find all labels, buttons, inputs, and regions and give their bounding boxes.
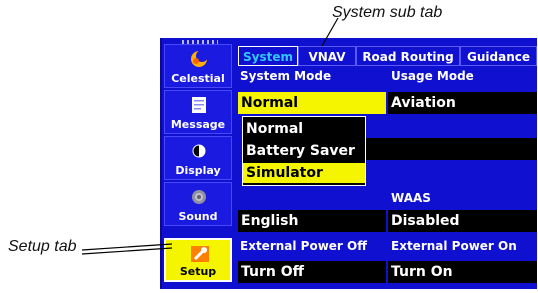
tab-guidance[interactable]: Guidance (460, 46, 537, 66)
sidebar: Celestial Message Display Sound Setup (162, 38, 236, 289)
sidebar-item-sound[interactable]: Sound (164, 182, 232, 226)
usage-mode-label: Usage Mode (391, 69, 474, 83)
system-mode-label: System Mode (240, 69, 332, 83)
sidebar-item-label: Celestial (171, 72, 225, 85)
tab-system[interactable]: System (238, 46, 298, 66)
display-icon (192, 144, 206, 158)
tab-road-routing[interactable]: Road Routing (356, 46, 460, 66)
setup-icon (191, 246, 209, 262)
usage-mode-field[interactable]: Aviation (388, 92, 537, 114)
dropdown-option-normal[interactable]: Normal (243, 119, 365, 139)
system-sub-tab-callout: System sub tab (332, 4, 443, 21)
system-mode-dropdown: Normal Battery Saver Simulator (242, 116, 366, 186)
tab-vnav[interactable]: VNAV (298, 46, 356, 66)
external-power-on-field[interactable]: Turn On (388, 261, 537, 283)
waas-label: WAAS (391, 191, 431, 205)
sidebar-item-display[interactable]: Display (164, 136, 232, 180)
sidebar-item-label: Setup (179, 265, 217, 278)
device-screen: Celestial Message Display Sound Setup Sy… (160, 38, 537, 289)
sidebar-item-setup[interactable]: Setup (164, 238, 232, 282)
setup-tab-leader (81, 243, 173, 255)
system-mode-field[interactable]: Normal (238, 92, 386, 114)
external-power-off-field[interactable]: Turn Off (238, 261, 386, 283)
language-field[interactable]: English (238, 210, 386, 232)
external-power-off-label: External Power Off (240, 239, 367, 253)
tab-bar: System VNAV Road Routing Guidance (236, 46, 537, 66)
message-icon (192, 97, 206, 113)
waas-field[interactable]: Disabled (388, 210, 537, 232)
sidebar-item-label: Display (175, 164, 221, 177)
sound-icon (192, 190, 206, 204)
setup-tab-callout: Setup tab (8, 238, 77, 255)
dropdown-option-simulator[interactable]: Simulator (243, 163, 365, 183)
sidebar-item-message[interactable]: Message (164, 90, 232, 134)
sidebar-item-celestial[interactable]: Celestial (164, 44, 232, 88)
external-power-on-label: External Power On (391, 239, 517, 253)
celestial-icon (191, 50, 208, 67)
dropdown-option-battery-saver[interactable]: Battery Saver (243, 141, 365, 161)
dropdown-backdrop (366, 138, 537, 160)
sidebar-item-label: Message (170, 118, 226, 131)
sidebar-item-label: Sound (178, 210, 218, 223)
